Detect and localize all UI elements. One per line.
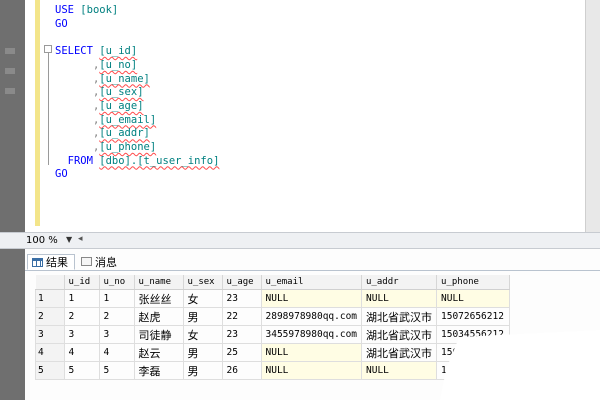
- cell-u-age[interactable]: 26: [221, 361, 262, 380]
- code-identifier: [book]: [80, 4, 119, 16]
- corner-overlay: [440, 330, 600, 400]
- cell-u-sex[interactable]: 男: [182, 343, 223, 362]
- column-u-email: [u_email]: [99, 113, 157, 126]
- column-header[interactable]: u_no: [99, 275, 135, 290]
- cell-u-email[interactable]: 3455978980qq.com: [260, 325, 363, 344]
- header-row: u_id u_no u_name u_sex u_age u_email u_a…: [35, 275, 511, 290]
- results-tabs: 结果 消息: [25, 253, 600, 271]
- editor-vertical-scrollbar[interactable]: [585, 0, 600, 232]
- cell-u-sex[interactable]: 男: [182, 361, 223, 380]
- row-number[interactable]: 2: [35, 307, 65, 326]
- table-name: [dbo].[t_user_info]: [99, 154, 220, 167]
- panel-marker: [5, 68, 15, 74]
- table-row[interactable]: 5 5 5 李磊 男 26 NULL NULL 1503: [35, 361, 511, 380]
- column-u-phone: [u_phone]: [99, 141, 157, 154]
- cell-u-id[interactable]: 2: [63, 307, 100, 326]
- cell-u-phone[interactable]: NULL: [436, 289, 511, 308]
- row-number[interactable]: 5: [35, 361, 65, 380]
- keyword-from: FROM: [67, 154, 93, 167]
- cell-u-age[interactable]: 25: [221, 343, 262, 362]
- tab-messages-label: 消息: [95, 256, 117, 269]
- cell-u-no[interactable]: 5: [98, 361, 135, 380]
- cell-u-no[interactable]: 4: [98, 343, 135, 362]
- cell-u-sex[interactable]: 男: [182, 307, 223, 326]
- cell-u-addr[interactable]: NULL: [361, 361, 438, 380]
- cell-u-age[interactable]: 23: [221, 325, 262, 344]
- row-number[interactable]: 3: [35, 325, 65, 344]
- panel-marker: [5, 88, 15, 94]
- results-grid[interactable]: u_id u_no u_name u_sex u_age u_email u_a…: [35, 275, 511, 380]
- zoom-bar: 100 % ▼ ◂: [0, 232, 600, 249]
- keyword-use: USE: [55, 4, 74, 16]
- left-panel-strip: [0, 0, 25, 400]
- cell-u-id[interactable]: 3: [63, 325, 100, 344]
- cell-u-addr[interactable]: 湖北省武汉市: [361, 325, 438, 344]
- cell-u-phone[interactable]: 15072656212: [436, 307, 511, 326]
- column-u-addr: [u_addr]: [99, 127, 150, 140]
- cell-u-email[interactable]: NULL: [260, 289, 363, 308]
- cell-u-name[interactable]: 李磊: [133, 361, 184, 380]
- cell-u-addr[interactable]: NULL: [361, 289, 438, 308]
- keyword-go: GO: [55, 17, 68, 30]
- table-row[interactable]: 3 3 3 司徒静 女 23 3455978980qq.com 湖北省武汉市 1…: [35, 325, 511, 344]
- column-header[interactable]: u_email: [261, 275, 363, 290]
- tab-results[interactable]: 结果: [27, 254, 75, 270]
- table-row[interactable]: 2 2 2 赵虎 男 22 2898978980qq.com 湖北省武汉市 15…: [35, 307, 511, 326]
- column-u-name: [u_name]: [99, 72, 150, 85]
- cell-u-email[interactable]: 2898978980qq.com: [260, 307, 363, 326]
- column-header[interactable]: u_phone: [436, 275, 511, 290]
- collapse-toggle-icon[interactable]: [44, 45, 52, 53]
- column-u-no: [u_no]: [99, 58, 138, 71]
- cell-u-email[interactable]: NULL: [260, 361, 363, 380]
- panel-marker: [5, 48, 15, 54]
- keyword-go: GO: [55, 168, 68, 181]
- table-row[interactable]: 4 4 4 赵云 男 25 NULL 湖北省武汉市 1503: [35, 343, 511, 362]
- cell-u-name[interactable]: 赵云: [133, 343, 184, 362]
- cell-u-name[interactable]: 司徒静: [133, 325, 184, 344]
- query-editor[interactable]: USE [book] GO SELECT [u_id] ,[u_no] ,[u_…: [25, 0, 585, 232]
- sql-code[interactable]: USE [book] GO SELECT [u_id] ,[u_no] ,[u_…: [55, 4, 219, 182]
- editor-change-gutter: [35, 0, 40, 226]
- cell-u-name[interactable]: 赵虎: [133, 307, 184, 326]
- cell-u-addr[interactable]: 湖北省武汉市: [361, 343, 438, 362]
- column-header[interactable]: u_id: [64, 275, 100, 290]
- cell-u-age[interactable]: 23: [221, 289, 262, 308]
- cell-u-addr[interactable]: 湖北省武汉市: [361, 307, 438, 326]
- column-header[interactable]: u_name: [134, 275, 184, 290]
- cell-u-no[interactable]: 3: [98, 325, 135, 344]
- column-header[interactable]: u_age: [222, 275, 262, 290]
- cell-u-no[interactable]: 2: [98, 307, 135, 326]
- zoom-dropdown-icon[interactable]: ▼: [66, 235, 72, 244]
- scroll-left-icon[interactable]: ◂: [78, 234, 83, 244]
- table-row[interactable]: 1 1 1 张丝丝 女 23 NULL NULL NULL: [35, 289, 511, 308]
- cell-u-id[interactable]: 4: [63, 343, 100, 362]
- column-u-age: [u_age]: [99, 99, 144, 112]
- column-u-id: [u_id]: [99, 45, 138, 58]
- cell-u-sex[interactable]: 女: [182, 289, 223, 308]
- row-number-header: [35, 275, 65, 290]
- cell-u-name[interactable]: 张丝丝: [133, 289, 184, 308]
- tab-messages[interactable]: 消息: [77, 254, 127, 270]
- cell-u-no[interactable]: 1: [98, 289, 135, 308]
- results-grid-icon: [32, 258, 43, 267]
- cell-u-id[interactable]: 5: [63, 361, 100, 380]
- cell-u-id[interactable]: 1: [63, 289, 100, 308]
- cell-u-age[interactable]: 22: [221, 307, 262, 326]
- keyword-select: SELECT: [55, 45, 93, 58]
- row-number[interactable]: 1: [35, 289, 65, 308]
- cell-u-email[interactable]: NULL: [260, 343, 363, 362]
- zoom-level[interactable]: 100 %: [26, 235, 58, 246]
- outline-line: [48, 53, 49, 165]
- cell-u-sex[interactable]: 女: [182, 325, 223, 344]
- column-u-sex: [u_sex]: [99, 86, 144, 99]
- tab-results-label: 结果: [46, 256, 68, 269]
- column-header[interactable]: u_sex: [183, 275, 223, 290]
- column-header[interactable]: u_addr: [361, 275, 438, 290]
- messages-icon: [81, 257, 92, 266]
- row-number[interactable]: 4: [35, 343, 65, 362]
